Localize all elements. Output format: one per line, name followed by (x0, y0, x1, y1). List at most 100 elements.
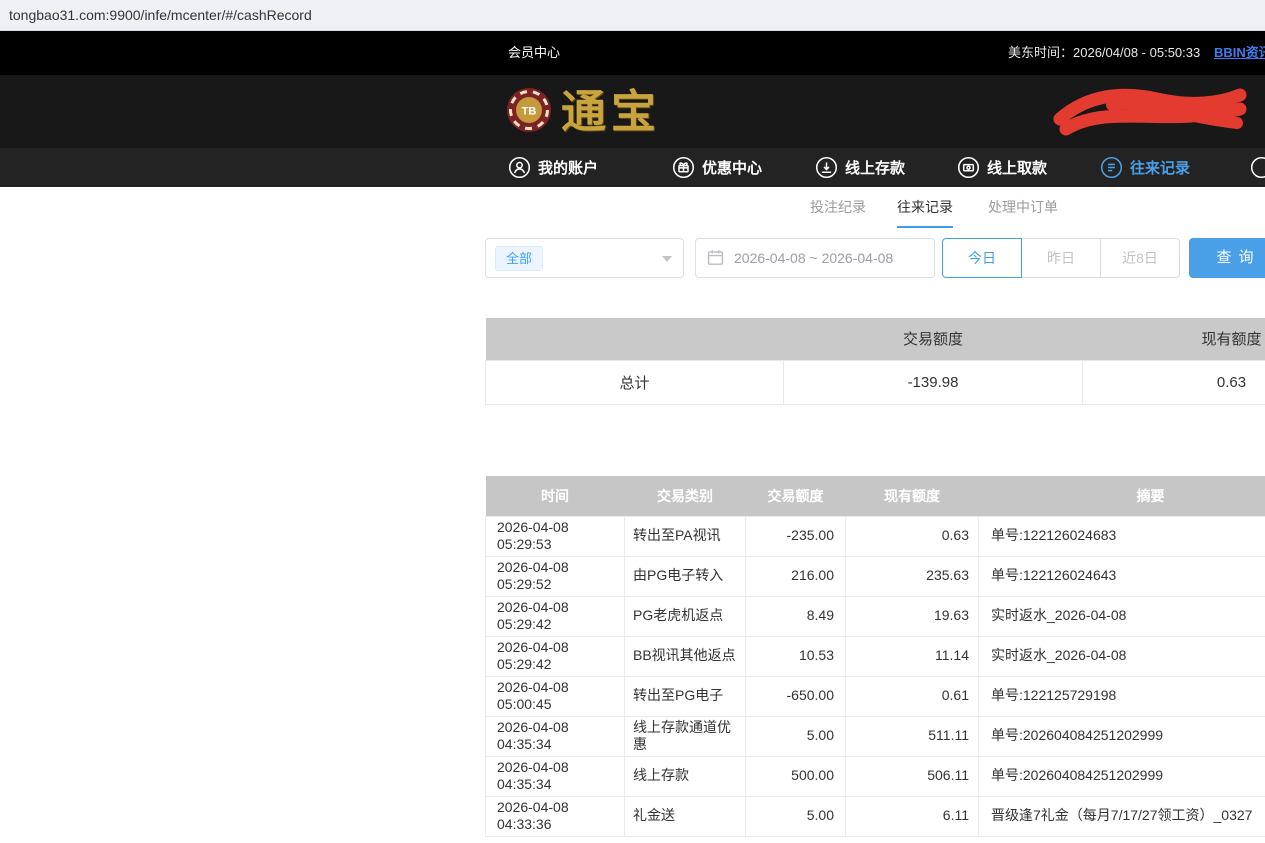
logo-bar: TB 通宝 (0, 75, 1265, 148)
address-bar[interactable]: tongbao31.com:9900/infe/mcenter/#/cashRe… (0, 0, 1265, 31)
summary-total-balance: 0.63 (1083, 360, 1265, 404)
col-header-note: 摘要 (979, 476, 1265, 516)
cell-note: 单号:122126024643 (979, 556, 1265, 596)
summary-table: 交易额度 现有额度 总计 -139.98 0.63 (485, 318, 1265, 405)
nav-label: 优惠中心 (702, 157, 762, 178)
search-button[interactable]: 查询 (1189, 238, 1265, 278)
page: tongbao31.com:9900/infe/mcenter/#/cashRe… (0, 0, 1265, 843)
date-range-value: 2026-04-08 ~ 2026-04-08 (734, 239, 893, 277)
nav-item-my-account[interactable]: 我的账户 (508, 148, 598, 187)
table-row: 2026-04-08 05:29:52 由PG电子转入 216.00 235.6… (486, 556, 1265, 596)
cell-type: 转出至PA视讯 (625, 516, 746, 556)
today-button[interactable]: 今日 (942, 238, 1022, 278)
cell-type: 线上存款 (625, 756, 746, 796)
table-row: 2026-04-08 04:33:36 礼金送 5.00 6.11 晋级逢7礼金… (486, 796, 1265, 836)
brand-logo[interactable]: TB 通宝 (506, 87, 661, 138)
nav-label: 我的账户 (538, 157, 598, 178)
gift-icon (672, 156, 695, 179)
cell-note: 单号:202604084251202999 (979, 756, 1265, 796)
tab-pending-orders[interactable]: 处理中订单 (988, 188, 1058, 228)
brand-name: 通宝 (561, 90, 661, 135)
top-bar: 会员中心 美东时间：2026/04/08 - 05:50:33 BBIN资讯 (0, 31, 1265, 75)
main-nav: 我的账户 优惠中心 线上存款 (0, 148, 1265, 187)
cell-amount: -235.00 (746, 516, 846, 556)
type-select-tag[interactable]: 全部 (495, 246, 543, 271)
cell-type: PG老虎机返点 (625, 596, 746, 636)
circle-icon (1250, 156, 1265, 179)
chip-badge-text: TB (522, 106, 537, 118)
cell-time: 2026-04-08 04:35:34 (486, 756, 625, 796)
cell-note: 单号:122125729198 (979, 676, 1265, 716)
cell-amount: 8.49 (746, 596, 846, 636)
summary-total-label: 总计 (486, 360, 784, 404)
cell-note: 单号:202604084251202999 (979, 716, 1265, 756)
col-header-amount: 交易额度 (746, 476, 846, 516)
cell-note: 实时返水_2026-04-08 (979, 596, 1265, 636)
table-row: 2026-04-08 05:29:42 PG老虎机返点 8.49 19.63 实… (486, 596, 1265, 636)
cell-time: 2026-04-08 05:29:42 (486, 596, 625, 636)
withdraw-icon (957, 156, 980, 179)
yesterday-button[interactable]: 昨日 (1021, 238, 1101, 278)
deposit-icon (815, 156, 838, 179)
summary-header-amount: 交易额度 (784, 318, 1083, 360)
nav-item-transactions[interactable]: 往来记录 (1100, 148, 1190, 187)
nav-label: 线上存款 (845, 157, 905, 178)
cell-amount: -650.00 (746, 676, 846, 716)
record-icon (1100, 156, 1123, 179)
cell-balance: 511.11 (846, 716, 979, 756)
member-center-link[interactable]: 会员中心 (508, 31, 560, 75)
cell-balance: 0.63 (846, 516, 979, 556)
col-header-time: 时间 (486, 476, 625, 516)
sub-nav: 投注纪录 往来记录 处理中订单 (0, 188, 1265, 228)
cell-time: 2026-04-08 04:33:36 (486, 796, 625, 836)
cell-time: 2026-04-08 05:29:42 (486, 636, 625, 676)
cell-type: 线上存款通道优惠 (625, 716, 746, 756)
summary-total-amount: -139.98 (784, 360, 1083, 404)
nav-label: 往来记录 (1130, 157, 1190, 178)
cell-balance: 19.63 (846, 596, 979, 636)
table-row: 2026-04-08 05:00:45 转出至PG电子 -650.00 0.61… (486, 676, 1265, 716)
cell-type: 由PG电子转入 (625, 556, 746, 596)
nav-item-promotions[interactable]: 优惠中心 (672, 148, 762, 187)
cell-balance: 235.63 (846, 556, 979, 596)
eastern-time-label: 美东时间：2026/04/08 - 05:50:33 (1008, 31, 1200, 75)
cell-note: 实时返水_2026-04-08 (979, 636, 1265, 676)
summary-header-row: 交易额度 现有额度 (486, 318, 1265, 360)
tab-cash-records[interactable]: 往来记录 (897, 188, 953, 228)
cell-note: 单号:122126024683 (979, 516, 1265, 556)
cell-amount: 500.00 (746, 756, 846, 796)
col-header-balance: 现有额度 (846, 476, 979, 516)
cell-type: BB视讯其他返点 (625, 636, 746, 676)
cell-note: 晋级逢7礼金（每月7/17/27领工资）_0327 (979, 796, 1265, 836)
cell-type: 转出至PG电子 (625, 676, 746, 716)
cell-balance: 506.11 (846, 756, 979, 796)
calendar-icon (707, 249, 724, 269)
cell-time: 2026-04-08 04:35:34 (486, 716, 625, 756)
nav-item-partial[interactable] (1250, 148, 1265, 187)
cell-amount: 216.00 (746, 556, 846, 596)
date-range-picker[interactable]: 2026-04-08 ~ 2026-04-08 (695, 238, 935, 278)
bbin-news-link[interactable]: BBIN资讯 (1214, 31, 1265, 75)
red-scribble-annotation (1052, 85, 1247, 142)
table-row: 2026-04-08 04:35:34 线上存款通道优惠 5.00 511.11… (486, 716, 1265, 756)
cell-amount: 10.53 (746, 636, 846, 676)
table-header-row: 时间 交易类别 交易额度 现有额度 摘要 (486, 476, 1265, 516)
type-select[interactable]: 全部 (485, 238, 684, 278)
cell-type: 礼金送 (625, 796, 746, 836)
cell-balance: 11.14 (846, 636, 979, 676)
nav-item-deposit[interactable]: 线上存款 (815, 148, 905, 187)
cell-balance: 6.11 (846, 796, 979, 836)
cell-balance: 0.61 (846, 676, 979, 716)
user-icon (508, 156, 531, 179)
cell-time: 2026-04-08 05:29:53 (486, 516, 625, 556)
last-8-days-button[interactable]: 近8日 (1100, 238, 1180, 278)
cell-time: 2026-04-08 05:29:52 (486, 556, 625, 596)
table-row: 2026-04-08 05:29:53 转出至PA视讯 -235.00 0.63… (486, 516, 1265, 556)
chevron-down-icon (662, 256, 672, 262)
summary-header-balance: 现有额度 (1083, 318, 1265, 360)
nav-label: 线上取款 (987, 157, 1047, 178)
nav-item-withdraw[interactable]: 线上取款 (957, 148, 1047, 187)
tab-bet-records[interactable]: 投注纪录 (810, 188, 866, 228)
summary-total-row: 总计 -139.98 0.63 (486, 360, 1265, 404)
col-header-type: 交易类别 (625, 476, 746, 516)
